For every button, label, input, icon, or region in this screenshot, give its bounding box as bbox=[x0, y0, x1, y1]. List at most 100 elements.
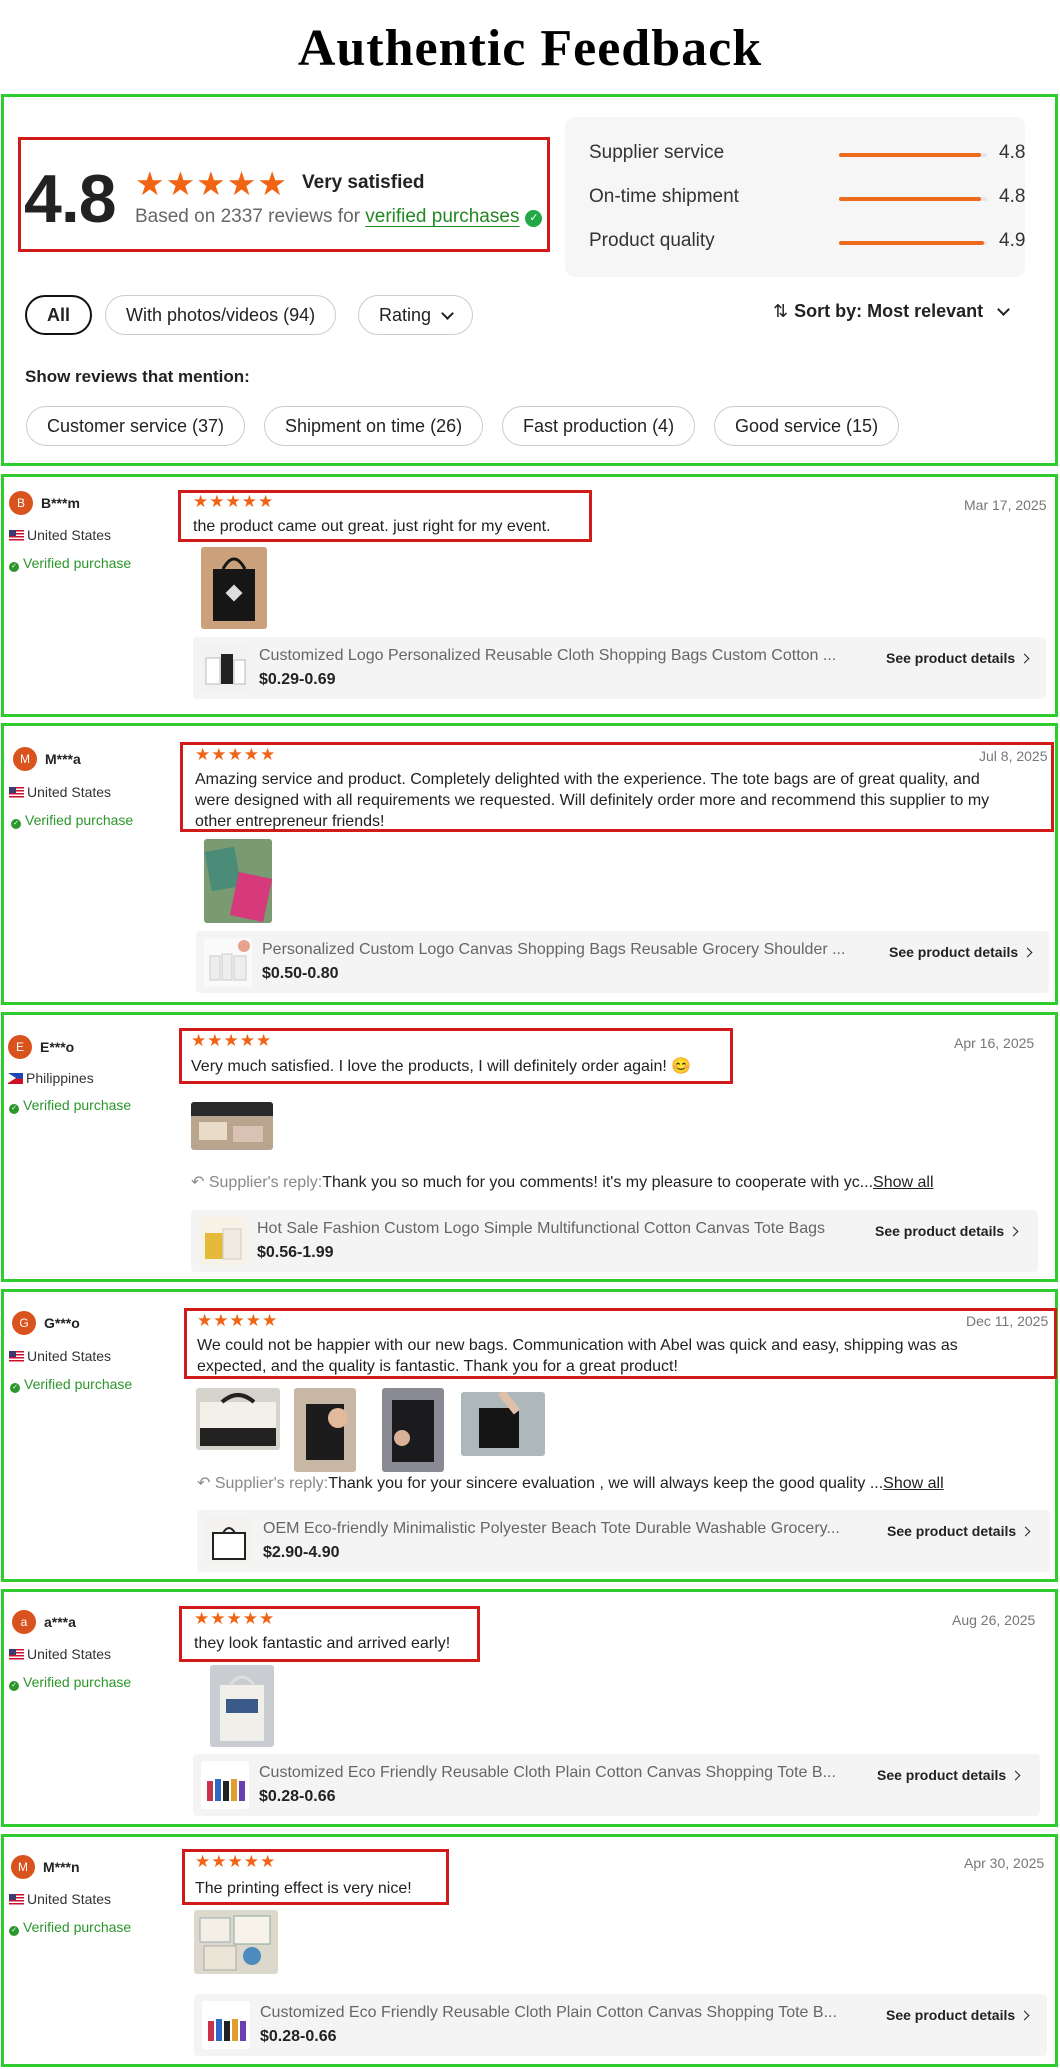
chevron-right-icon bbox=[1019, 653, 1030, 664]
review-photo[interactable] bbox=[191, 1102, 273, 1150]
page-title: Authentic Feedback bbox=[297, 20, 763, 77]
chevron-right-icon bbox=[1019, 2010, 1030, 2021]
verified-check-icon: ✓ bbox=[9, 1104, 19, 1114]
product-card[interactable]: Personalized Custom Logo Canvas Shopping… bbox=[196, 931, 1049, 993]
see-product-details-link[interactable]: See product details bbox=[886, 650, 1030, 666]
avatar: B bbox=[9, 491, 33, 515]
product-thumbnail bbox=[201, 1761, 249, 1809]
sort-label: Sort by: Most relevant bbox=[794, 301, 984, 321]
reply-text: Thank you for your sincere evaluation , … bbox=[328, 1475, 884, 1492]
product-price: $0.29-0.69 bbox=[259, 671, 336, 688]
product-card[interactable]: Hot Sale Fashion Custom Logo Simple Mult… bbox=[191, 1210, 1038, 1272]
verified-text: Verified purchase bbox=[23, 1097, 132, 1113]
see-product-details-link[interactable]: See product details bbox=[889, 944, 1033, 960]
see-product-details-link[interactable]: See product details bbox=[887, 1523, 1031, 1539]
see-product-details-label: See product details bbox=[886, 650, 1016, 666]
reviewer-name: G***o bbox=[44, 1315, 80, 1331]
us-flag-icon bbox=[9, 530, 24, 541]
reviewer-name: M***a bbox=[45, 751, 81, 767]
mention-tag-shipment-on-time[interactable]: Shipment on time (26) bbox=[264, 406, 484, 446]
review-card: G G***o United States ✓ Verified purchase… bbox=[1, 1289, 1058, 1582]
review-card: a a***a United States ✓ Verified purchase… bbox=[1, 1589, 1058, 1827]
chevron-right-icon bbox=[1022, 947, 1033, 958]
review-photo[interactable] bbox=[294, 1388, 356, 1472]
product-name: OEM Eco-friendly Minimalistic Polyester … bbox=[263, 1520, 840, 1537]
filter-all-button[interactable]: All bbox=[25, 295, 93, 335]
product-name: Customized Logo Personalized Reusable Cl… bbox=[259, 647, 837, 664]
review-count-text: Based on 2337 reviews for verified purch… bbox=[135, 206, 543, 228]
chevron-right-icon bbox=[1010, 1770, 1021, 1781]
metric-value: 4.8 bbox=[999, 186, 1026, 207]
product-card[interactable]: Customized Eco Friendly Reusable Cloth P… bbox=[193, 1754, 1040, 1816]
see-product-details-link[interactable]: See product details bbox=[886, 2007, 1030, 2023]
verified-text: Verified purchase bbox=[23, 1674, 132, 1690]
reviewer-name: B***m bbox=[41, 495, 80, 511]
review-stars: ★★★★★ bbox=[193, 492, 275, 511]
product-thumbnail bbox=[201, 644, 249, 692]
avatar: M bbox=[11, 1855, 35, 1879]
country-name: United States bbox=[27, 784, 112, 800]
us-flag-icon bbox=[9, 1351, 24, 1362]
verified-check-icon: ✓ bbox=[9, 1926, 19, 1936]
chevron-down-icon bbox=[997, 303, 1011, 316]
metric-label: Product quality bbox=[589, 230, 715, 251]
review-text-line: other entrepreneur friends! bbox=[195, 813, 385, 830]
review-photo[interactable] bbox=[382, 1388, 444, 1472]
product-card[interactable]: Customized Logo Personalized Reusable Cl… bbox=[193, 637, 1046, 699]
reviewer-country: United States bbox=[9, 527, 111, 543]
see-product-details-link[interactable]: See product details bbox=[877, 1767, 1021, 1783]
supplier-reply: ↶ Supplier's reply:Thank you so much for… bbox=[191, 1172, 934, 1192]
overall-stars: ★★★★★ bbox=[135, 165, 288, 202]
filter-with-media-button[interactable]: With photos/videos (94) bbox=[105, 295, 337, 335]
review-stars: ★★★★★ bbox=[194, 1609, 276, 1628]
mention-tag-fast-production[interactable]: Fast production (4) bbox=[502, 406, 696, 446]
review-photo[interactable] bbox=[461, 1392, 545, 1456]
supplier-reply: ↶ Supplier's reply:Thank you for your si… bbox=[197, 1473, 944, 1493]
review-text: the product came out great. just right f… bbox=[193, 518, 551, 535]
show-all-link[interactable]: Show all bbox=[883, 1475, 943, 1492]
metric-bar bbox=[839, 197, 987, 201]
verified-check-icon: ✓ bbox=[9, 562, 19, 572]
see-product-details-link[interactable]: See product details bbox=[875, 1223, 1019, 1239]
product-card[interactable]: OEM Eco-friendly Minimalistic Polyester … bbox=[197, 1510, 1050, 1572]
verified-check-icon: ✓ bbox=[9, 1681, 19, 1691]
review-photo[interactable] bbox=[210, 1665, 274, 1747]
review-stars: ★★★★★ bbox=[197, 1311, 279, 1330]
reviewer-country: United States bbox=[9, 1348, 111, 1364]
verified-purchase-label: ✓ Verified purchase bbox=[9, 1919, 131, 1936]
rating-dropdown[interactable]: Rating bbox=[358, 295, 474, 335]
reviewer-country: United States bbox=[9, 1891, 111, 1907]
see-product-details-label: See product details bbox=[886, 2007, 1016, 2023]
review-photo[interactable] bbox=[194, 1910, 278, 1974]
metric-value: 4.8 bbox=[999, 142, 1026, 163]
review-stars: ★★★★★ bbox=[191, 1031, 273, 1050]
mention-tag-good-service[interactable]: Good service (15) bbox=[714, 406, 900, 446]
overall-score: 4.8 bbox=[24, 161, 117, 237]
reviewer-country: Philippines bbox=[8, 1070, 94, 1086]
based-on-text: Based on 2337 reviews for bbox=[135, 206, 360, 227]
review-photo[interactable] bbox=[201, 547, 267, 629]
review-card: M M***a United States ✓ Verified purchase… bbox=[1, 723, 1058, 1005]
product-card[interactable]: Customized Eco Friendly Reusable Cloth P… bbox=[194, 1994, 1047, 2056]
review-text: they look fantastic and arrived early! bbox=[194, 1635, 451, 1652]
mention-tag-customer-service[interactable]: Customer service (37) bbox=[26, 406, 246, 446]
product-thumbnail bbox=[199, 1217, 247, 1265]
avatar: E bbox=[8, 1035, 32, 1059]
ph-flag-icon bbox=[8, 1073, 23, 1084]
show-all-link[interactable]: Show all bbox=[873, 1174, 933, 1191]
metric-bar bbox=[839, 241, 987, 245]
review-photo[interactable] bbox=[204, 839, 272, 923]
country-name: United States bbox=[27, 1891, 112, 1907]
review-text: We could not be happier with our new bag… bbox=[197, 1335, 958, 1377]
review-stars: ★★★★★ bbox=[195, 1852, 277, 1871]
sort-dropdown[interactable]: ⇅ Sort by: Most relevant bbox=[773, 301, 1011, 322]
product-name: Customized Eco Friendly Reusable Cloth P… bbox=[260, 2004, 837, 2021]
see-product-details-label: See product details bbox=[887, 1523, 1017, 1539]
chevron-right-icon bbox=[1008, 1226, 1019, 1237]
chevron-down-icon bbox=[441, 307, 454, 320]
review-photo[interactable] bbox=[196, 1388, 280, 1450]
product-name: Hot Sale Fashion Custom Logo Simple Mult… bbox=[257, 1220, 826, 1237]
review-text-line: expected, and the quality is fantastic. … bbox=[197, 1358, 678, 1375]
verified-check-icon: ✓ bbox=[11, 819, 21, 829]
verified-purchases-link[interactable]: verified purchases bbox=[365, 206, 519, 227]
